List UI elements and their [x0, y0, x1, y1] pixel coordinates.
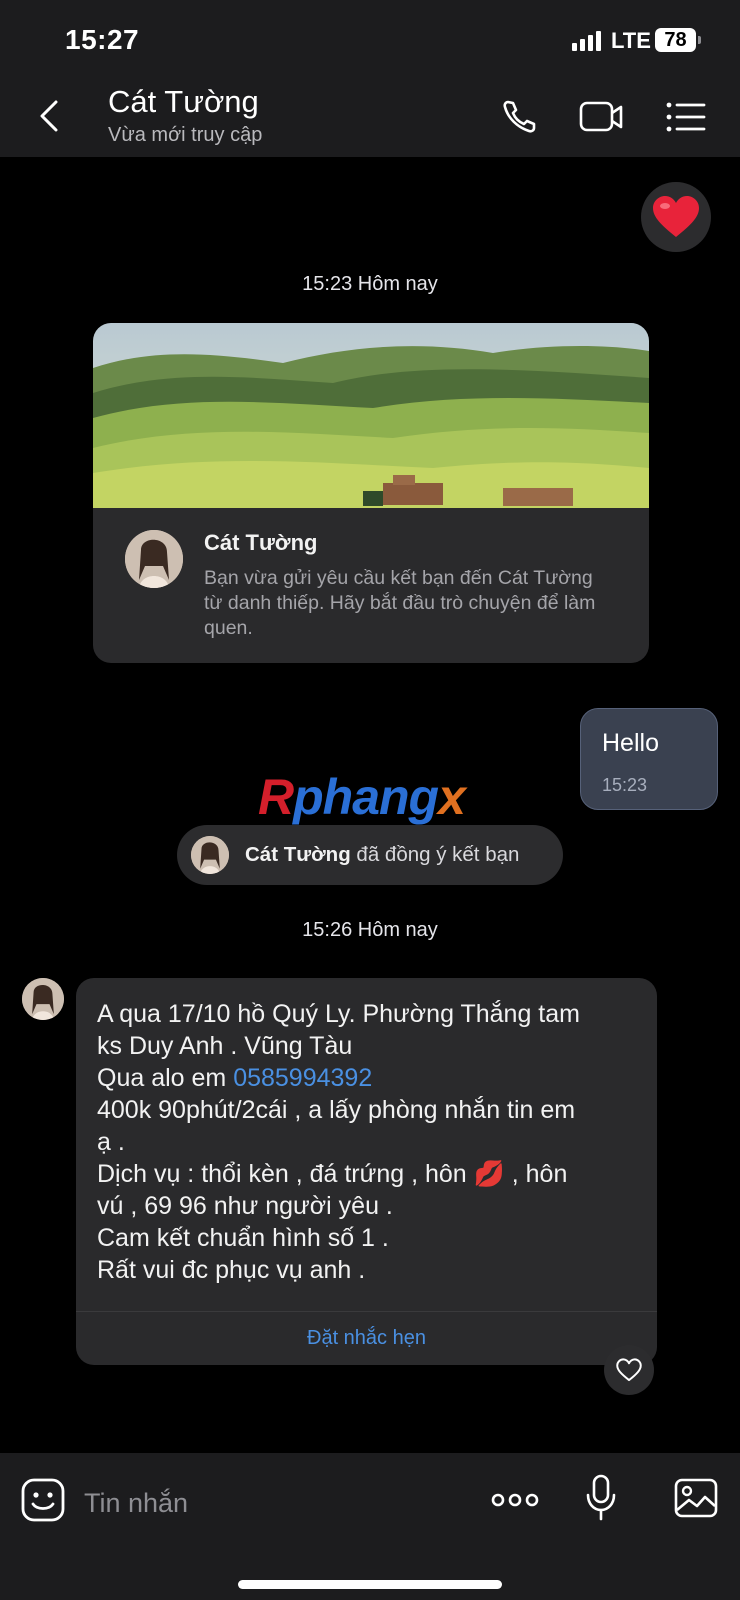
message-line-text: Dịch vụ : thổi kèn , đá trứng , hôn: [97, 1160, 474, 1188]
card-description: Bạn vừa gửi yêu cầu kết bạn đến Cát Tườn…: [204, 567, 596, 639]
message-text: A qua 17/10 hồ Quý Ly. Phường Thắng tam …: [97, 998, 642, 1286]
watermark-logo: Rphangx: [258, 769, 466, 825]
friend-request-card[interactable]: Cát Tường Bạn vừa gửi yêu cầu kết bạn đế…: [93, 323, 649, 663]
message-line: Rất vui đc phục vụ anh .: [97, 1256, 366, 1284]
video-call-button[interactable]: [578, 96, 624, 138]
avatar[interactable]: [191, 836, 229, 874]
system-notice-text: Cát Tường đã đồng ý kết bạn: [245, 843, 519, 867]
landscape-banner-image: [93, 323, 649, 508]
image-gallery-icon: [674, 1478, 718, 1518]
sticker-smile-icon: [21, 1478, 65, 1522]
phone-icon: [503, 100, 536, 133]
signal-strength-icon: [572, 31, 602, 51]
message-line: Dịch vụ : thổi kèn , đá trứng , hôn 💋 , …: [97, 1158, 642, 1190]
message-line: ạ .: [97, 1128, 125, 1156]
list-menu-icon: [666, 102, 706, 132]
heart-reaction[interactable]: [641, 182, 711, 252]
message-line: vú , 69 96 như người yêu .: [97, 1192, 393, 1220]
message-input[interactable]: [84, 1483, 444, 1523]
heart-icon: [653, 196, 699, 237]
call-button[interactable]: [499, 96, 545, 138]
timestamp-divider: 15:26 Hôm nay: [302, 919, 438, 941]
status-time: 15:27: [65, 24, 140, 55]
message-line-text: Qua alo em: [97, 1064, 234, 1092]
network-type: LTE: [611, 28, 651, 53]
card-contact-name: Cát Tường: [204, 530, 318, 555]
set-reminder-button[interactable]: Đặt nhắc hẹn: [76, 1312, 657, 1365]
contact-name[interactable]: Cát Tường: [108, 84, 259, 120]
timestamp-divider: 15:23 Hôm nay: [302, 273, 438, 295]
system-notice-action: đã đồng ý kết bạn: [350, 843, 520, 866]
home-indicator: [238, 1580, 502, 1589]
like-reaction-button[interactable]: [604, 1345, 654, 1395]
received-message-bubble[interactable]: A qua 17/10 hồ Quý Ly. Phường Thắng tam …: [76, 978, 657, 1365]
more-options-button[interactable]: [490, 1486, 540, 1519]
message-line: Cam kết chuẩn hình số 1 .: [97, 1224, 389, 1252]
message-time: 15:23: [602, 775, 648, 795]
message-line-text: , hôn: [504, 1160, 568, 1188]
top-bar: 15:27 LTE 78 Cát Tường Vừa mới truy cập: [0, 0, 740, 157]
phone-number-link[interactable]: 0585994392: [233, 1064, 372, 1092]
more-dots-icon: [491, 1493, 539, 1507]
options-menu-button[interactable]: [664, 96, 710, 138]
kiss-emoji: 💋: [473, 1160, 505, 1188]
voice-record-button[interactable]: [585, 1473, 617, 1528]
message-line: ks Duy Anh . Vũng Tàu: [97, 1032, 353, 1060]
avatar[interactable]: [22, 978, 64, 1020]
sent-message-bubble[interactable]: Hello 15:23: [580, 708, 718, 810]
message-line: A qua 17/10 hồ Quý Ly. Phường Thắng tam: [97, 1000, 580, 1028]
system-notice: Cát Tường đã đồng ý kết bạn: [177, 825, 563, 885]
gallery-button[interactable]: [673, 1477, 719, 1524]
message-line: Qua alo em 0585994392: [97, 1062, 642, 1094]
back-button[interactable]: [28, 94, 72, 138]
battery-indicator: 78: [655, 28, 701, 52]
sticker-button[interactable]: [20, 1477, 66, 1528]
message-composer: [0, 1453, 740, 1600]
chevron-left-icon: [40, 100, 58, 132]
microphone-icon: [586, 1474, 616, 1521]
video-camera-icon: [579, 101, 623, 132]
avatar[interactable]: [125, 530, 183, 588]
contact-status: Vừa mới truy cập: [108, 124, 263, 146]
message-line: 400k 90phút/2cái , a lấy phòng nhắn tin …: [97, 1096, 576, 1124]
message-text: Hello: [602, 729, 659, 757]
system-notice-name: Cát Tường: [245, 843, 351, 866]
heart-outline-icon: [616, 1358, 642, 1382]
